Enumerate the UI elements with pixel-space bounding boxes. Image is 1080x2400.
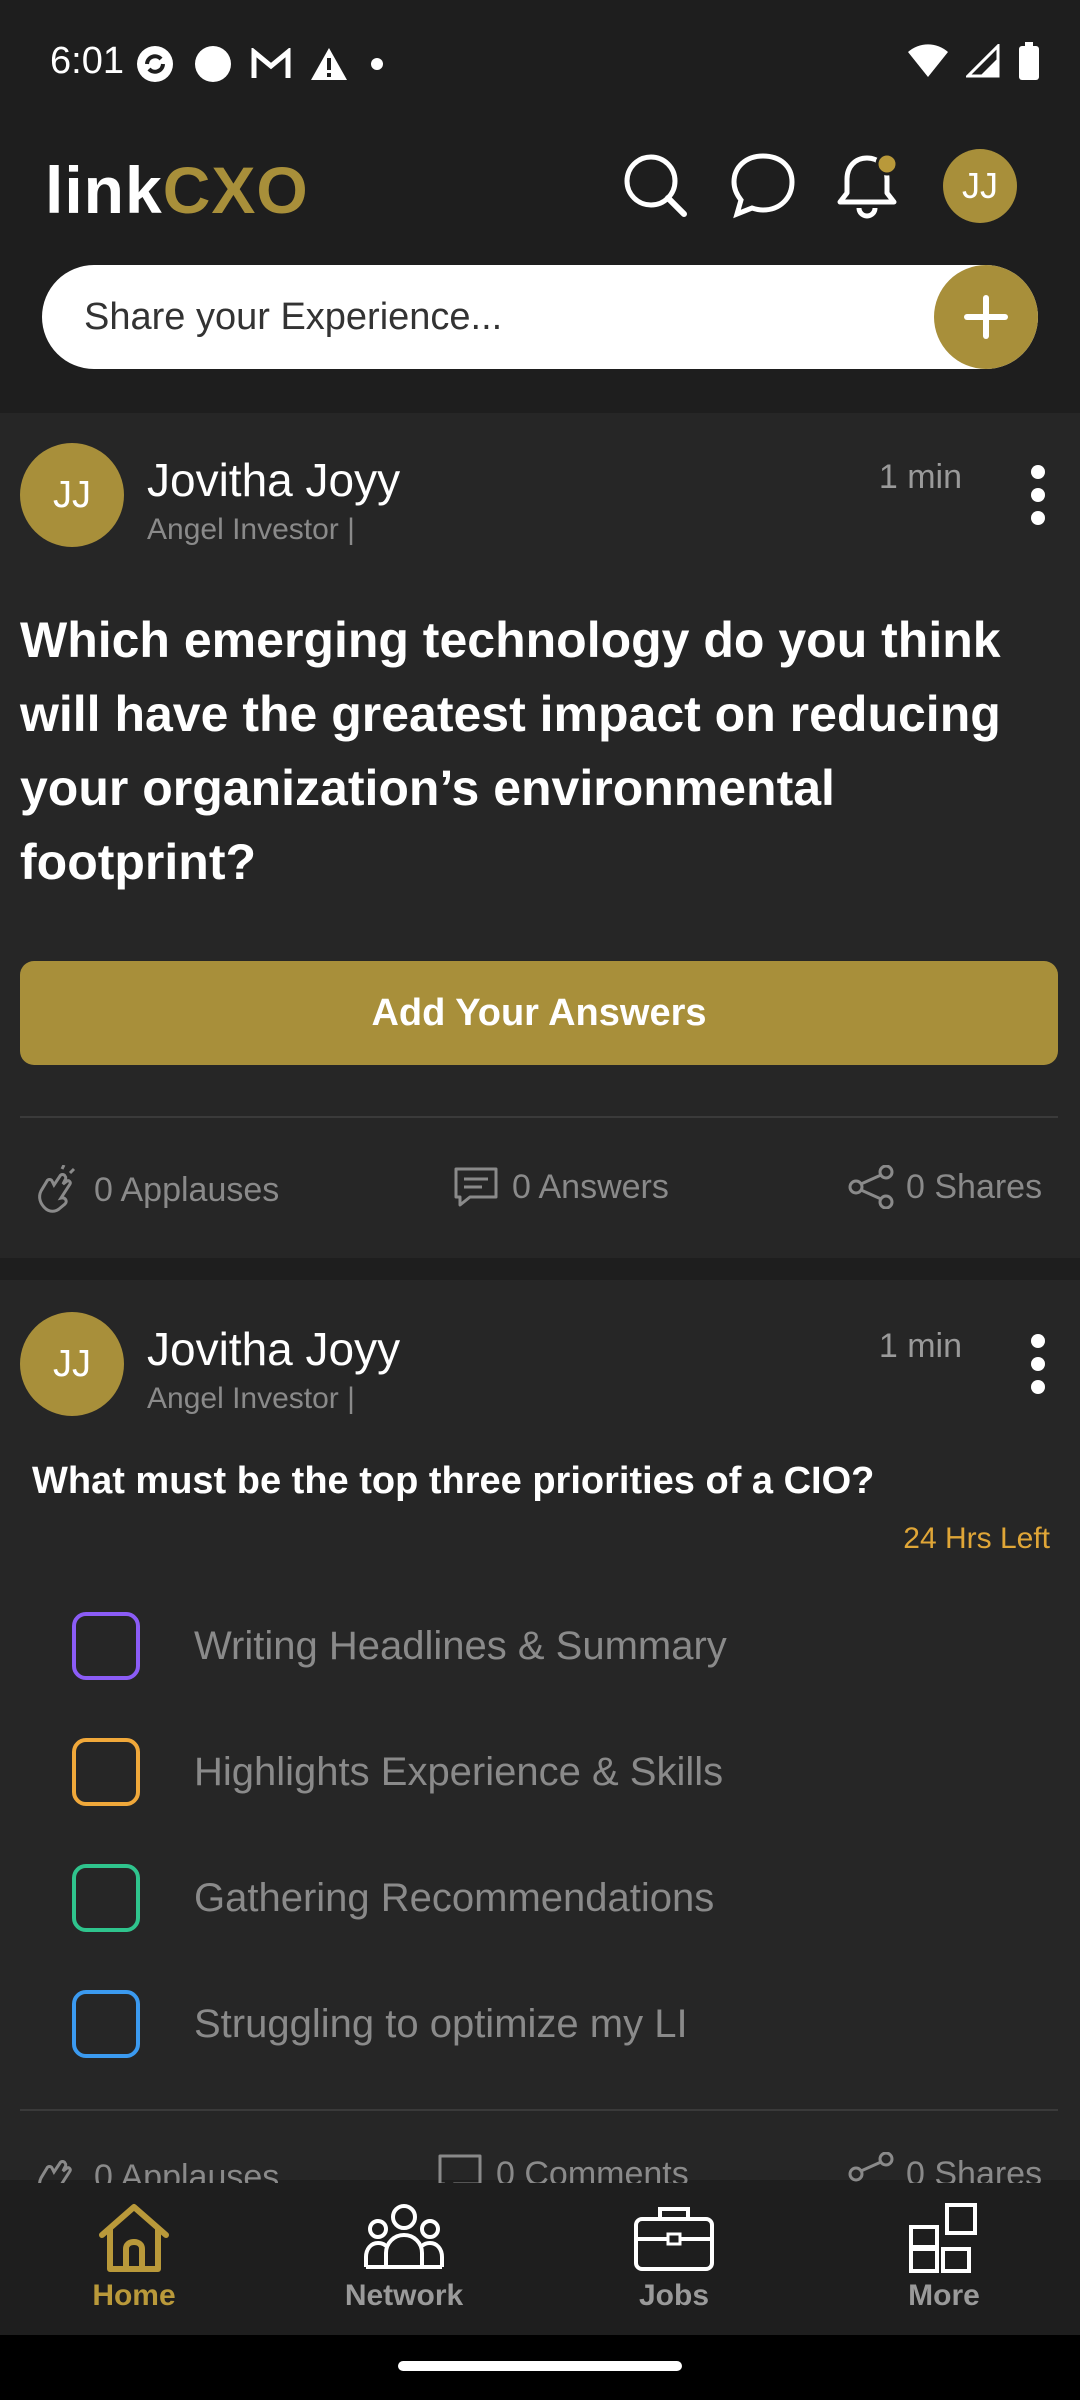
nav-more[interactable]: More (844, 2183, 1044, 2335)
sync-icon (137, 46, 173, 82)
nav-jobs-label: Jobs (638, 2279, 710, 2312)
answers-count: 0 Answers (512, 1167, 669, 1206)
notification-icons (135, 44, 387, 84)
warning-icon (311, 48, 347, 80)
network-icon (364, 2204, 444, 2269)
share-experience-input[interactable] (42, 265, 902, 369)
poll-option-label: Highlights Experience & Skills (194, 1749, 724, 1794)
home-icon (99, 2204, 169, 2272)
poll-option[interactable]: Struggling to optimize my LI (72, 1990, 688, 2058)
author-avatar[interactable]: JJ (20, 443, 124, 547)
post-time: 1 min (878, 1327, 962, 1365)
status-time: 6:01 (50, 40, 124, 82)
gmail-icon (251, 48, 291, 78)
notification-bell-icon[interactable] (832, 150, 902, 220)
question-post-card: JJ Jovitha Joyy Angel Investor | 1 min W… (0, 413, 1080, 1258)
app-header: linkCXO JJ (0, 130, 1080, 410)
answers-button[interactable]: 0 Answers (452, 1165, 669, 1209)
author-name[interactable]: Jovitha Joyy (147, 1322, 400, 1376)
divider (20, 2109, 1058, 2111)
circle-icon (195, 46, 231, 82)
shares-count: 0 Shares (906, 1167, 1043, 1206)
author-role: Angel Investor | (147, 1382, 355, 1415)
nav-jobs[interactable]: Jobs (574, 2183, 774, 2335)
logo-cxo-text: CXO (162, 153, 309, 227)
system-icons (908, 42, 1040, 80)
share-experience-bar[interactable] (42, 265, 1038, 369)
more-options-icon[interactable] (1026, 1334, 1050, 1394)
logo-link-text: link (45, 153, 163, 227)
author-avatar[interactable]: JJ (20, 1312, 124, 1416)
question-text: Which emerging technology do you think w… (20, 612, 1001, 890)
nav-home-label: Home (92, 2279, 176, 2312)
signal-icon (966, 44, 1000, 78)
poll-checkbox[interactable] (72, 1612, 140, 1680)
nav-home[interactable]: Home (34, 2183, 234, 2335)
nav-network-label: Network (344, 2279, 464, 2312)
briefcase-icon (634, 2207, 714, 2271)
search-icon[interactable] (620, 150, 690, 220)
nav-more-label: More (908, 2279, 980, 2312)
add-answers-button[interactable]: Add Your Answers (20, 961, 1058, 1065)
add-post-button[interactable] (934, 265, 1038, 369)
author-role: Angel Investor | (147, 513, 355, 546)
poll-post-card: JJ Jovitha Joyy Angel Investor | 1 min W… (0, 1280, 1080, 2200)
applause-button[interactable]: 0 Applauses (32, 1165, 279, 1215)
poll-option-label: Writing Headlines & Summary (194, 1623, 727, 1668)
poll-option[interactable]: Gathering Recommendations (72, 1864, 714, 1932)
linkcxo-logo[interactable]: linkCXO (45, 152, 309, 228)
poll-checkbox[interactable] (72, 1864, 140, 1932)
poll-checkbox[interactable] (72, 1738, 140, 1806)
chat-icon[interactable] (728, 150, 798, 220)
dot-icon (371, 58, 383, 70)
profile-avatar[interactable]: JJ (943, 149, 1017, 223)
poll-checkbox[interactable] (72, 1990, 140, 2058)
status-bar: 6:01 (0, 0, 1080, 130)
author-name[interactable]: Jovitha Joyy (147, 453, 400, 507)
nav-network[interactable]: Network (304, 2183, 504, 2335)
poll-question: What must be the top three priorities of… (32, 1460, 875, 1502)
divider (20, 1116, 1058, 1118)
poll-option-label: Gathering Recommendations (194, 1875, 715, 1920)
grid-icon (909, 2203, 977, 2273)
poll-option[interactable]: Writing Headlines & Summary (72, 1612, 727, 1680)
clap-icon (38, 1165, 76, 1213)
poll-time-left: 24 Hrs Left (903, 1522, 1050, 1555)
post-time: 1 min (878, 458, 962, 496)
bottom-navigation: Home Network Jobs More (0, 2183, 1080, 2335)
home-gesture-bar[interactable] (398, 2361, 682, 2371)
poll-option-label: Struggling to optimize my LI (194, 2001, 688, 2046)
share-icon (848, 1165, 894, 1209)
poll-option[interactable]: Highlights Experience & Skills (72, 1738, 723, 1806)
wifi-icon (908, 44, 948, 77)
comment-icon (454, 1167, 498, 1207)
more-options-icon[interactable] (1026, 465, 1050, 525)
share-button[interactable]: 0 Shares (848, 1165, 1042, 1209)
applause-count: 0 Applauses (94, 1170, 280, 1209)
gesture-navigation-area (0, 2335, 1080, 2400)
plus-icon (964, 295, 1008, 339)
battery-icon (1019, 42, 1039, 80)
